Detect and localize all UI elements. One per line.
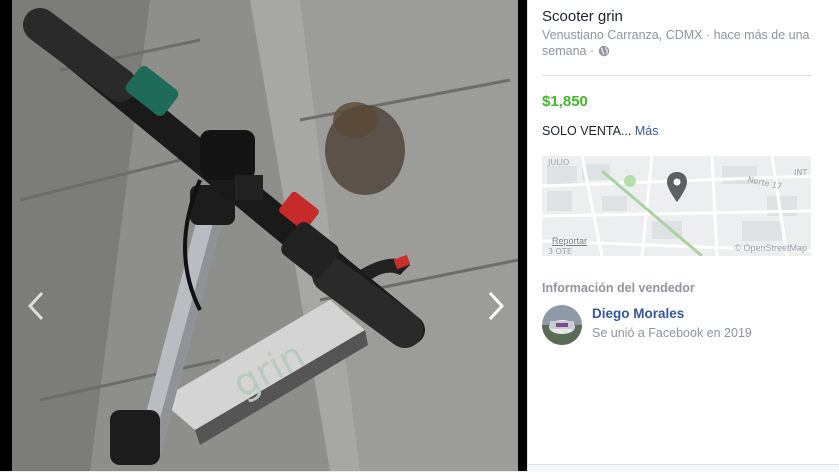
map-attribution: © OpenStreetMap: [734, 243, 807, 253]
location-time-text: Venustiano Carranza, CDMX · hace más de …: [542, 28, 810, 58]
next-photo-button[interactable]: [478, 286, 514, 326]
listing-price: $1,850: [542, 93, 588, 110]
globe-icon: [598, 45, 609, 57]
photo-viewer: grin: [0, 0, 527, 471]
seller-section-heading: Información del vendedor: [542, 281, 695, 295]
report-link[interactable]: Reportar: [552, 236, 587, 246]
listing-description: SOLO VENTA... Más: [542, 124, 658, 138]
map-street-label: 3 OTE: [548, 247, 572, 256]
listing-location-time: Venustiano Carranza, CDMX · hace más de …: [542, 27, 812, 59]
listing-photo: grin: [0, 0, 527, 471]
chevron-left-icon: [28, 291, 44, 321]
map-street-label: JULIO: [547, 158, 569, 167]
description-text: SOLO VENTA...: [542, 124, 632, 138]
listing-details-panel: Scooter grin Venustiano Carranza, CDMX ·…: [527, 0, 839, 472]
divider: [542, 75, 812, 76]
map-street-label: INT: [794, 168, 807, 177]
map-pin-icon: [667, 172, 687, 202]
seller-avatar-image: [542, 305, 582, 345]
seller-joined-text: Se unió a Facebook en 2019: [592, 326, 752, 340]
previous-photo-button[interactable]: [18, 286, 54, 326]
chevron-right-icon: [488, 291, 504, 321]
see-more-link[interactable]: Más: [635, 124, 659, 138]
avatar[interactable]: [542, 305, 582, 345]
seller-name-link[interactable]: Diego Morales: [592, 306, 684, 321]
location-map[interactable]: JULIO Norte 17 INT 3 OTE Reportar © Open…: [542, 156, 811, 256]
listing-title: Scooter grin: [542, 8, 623, 25]
